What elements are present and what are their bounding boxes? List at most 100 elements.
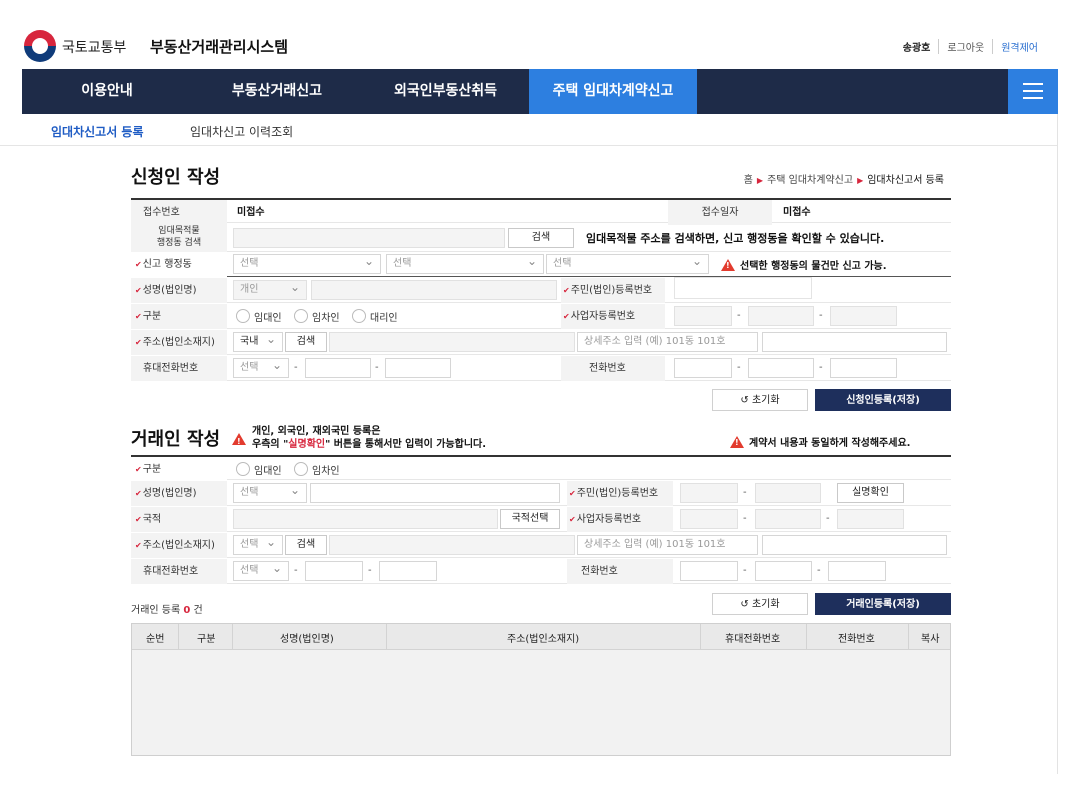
applicant-biz-input-1[interactable] <box>674 306 732 326</box>
trader-address-region-select[interactable]: 선택 <box>233 533 283 555</box>
applicant-address-detail-input[interactable]: 상세주소 입력 (예) 101동 101호 <box>577 332 758 352</box>
col-address[interactable]: 주소(법인소재지) <box>507 630 579 645</box>
refresh-icon: ↺ <box>740 395 752 406</box>
trader-type-row: 구분 임대인 임차인 <box>131 455 951 482</box>
trader-mobile-prefix-select[interactable]: 선택 <box>233 559 289 581</box>
admin-sigungu-select[interactable]: 선택 <box>386 252 544 274</box>
system-name[interactable]: 부동산거래관리시스템 <box>150 36 288 57</box>
trader-mobile-input-3[interactable] <box>379 561 437 581</box>
applicant-tel-input-3[interactable] <box>830 358 897 378</box>
trader-notice-red: 실명확인 <box>288 439 326 450</box>
applicant-save-button[interactable]: 신청인등록(저장) <box>815 389 951 411</box>
dash: - <box>743 565 747 576</box>
trader-biz-input-3[interactable] <box>837 509 904 529</box>
nav-realestate-report[interactable]: 부동산거래신고 <box>192 69 362 114</box>
radio-circle-icon <box>236 462 250 476</box>
radio-agent[interactable]: 대리인 <box>352 306 398 326</box>
subnav-lease-register[interactable]: 임대차신고서 등록 <box>51 123 144 140</box>
col-type[interactable]: 구분 <box>197 630 215 645</box>
real-name-verify-button[interactable]: 실명확인 <box>837 483 904 503</box>
trader-reset-button[interactable]: ↺ 초기화 <box>712 593 808 615</box>
ministry-name[interactable]: 국토교통부 <box>62 37 126 57</box>
col-tel[interactable]: 전화번호 <box>838 630 875 645</box>
contract-notice: 계약서 내용과 동일하게 작성해주세요. <box>730 434 910 449</box>
breadcrumb-home[interactable]: 홈 <box>744 175 753 186</box>
applicant-address-region-select[interactable]: 국내 <box>233 330 283 352</box>
trader-address-search-button[interactable]: 검색 <box>285 535 327 555</box>
trader-notice: 개인, 외국인, 재외국민 등록은 우측의 "실명확인" 버튼을 통해서만 입력… <box>232 425 486 451</box>
applicant-mobile-input-3[interactable] <box>385 358 451 378</box>
admin-sido-select[interactable]: 선택 <box>233 252 381 274</box>
dash: - <box>817 565 821 576</box>
nav-lease-report[interactable]: 주택 임대차계약신고 <box>529 69 697 114</box>
trader-address-input[interactable] <box>329 535 575 555</box>
nation-select-button[interactable]: 국적선택 <box>500 509 560 529</box>
applicant-tel-input-2[interactable] <box>748 358 814 378</box>
trader-rrn-input-2[interactable] <box>755 483 821 503</box>
radio-lessee[interactable]: 임차인 <box>294 306 340 326</box>
government-logo-icon[interactable] <box>24 30 56 62</box>
trader-rrn-input-1[interactable] <box>680 483 738 503</box>
applicant-reset-label: 초기화 <box>751 395 780 406</box>
radio-circle-icon <box>294 309 308 323</box>
receipt-date-value: 미접수 <box>783 207 811 218</box>
trader-tel-input-3[interactable] <box>828 561 886 581</box>
trader-nation-input[interactable] <box>233 509 498 529</box>
dash: - <box>743 513 747 524</box>
contract-notice-text: 계약서 내용과 동일하게 작성해주세요. <box>749 438 911 449</box>
trader-name-input[interactable] <box>310 483 560 503</box>
applicant-rrn-input[interactable] <box>674 277 812 299</box>
applicant-address-label: 주소(법인소재지) <box>131 330 227 355</box>
trader-radio-lessee[interactable]: 임차인 <box>294 459 340 479</box>
applicant-biz-input-3[interactable] <box>830 306 897 326</box>
breadcrumb-lease[interactable]: 주택 임대차계약신고 <box>767 175 853 186</box>
property-search-button[interactable]: 검색 <box>508 228 574 248</box>
subnav-lease-history[interactable]: 임대차신고 이력조회 <box>190 123 293 140</box>
trader-save-button[interactable]: 거래인등록(저장) <box>815 593 951 615</box>
radio-agent-label: 대리인 <box>370 312 398 324</box>
applicant-biz-input-2[interactable] <box>748 306 814 326</box>
hamburger-menu-icon[interactable] <box>1008 69 1058 114</box>
property-search-notice: 임대목적물 주소를 검색하면, 신고 행정동을 확인할 수 있습니다. <box>586 232 885 245</box>
col-seq[interactable]: 순번 <box>146 630 164 645</box>
trader-biz-input-1[interactable] <box>680 509 738 529</box>
applicant-address-extra-input[interactable] <box>762 332 947 352</box>
property-address-input[interactable] <box>233 228 505 248</box>
dash: - <box>294 362 298 373</box>
trader-address-detail-input[interactable]: 상세주소 입력 (예) 101동 101호 <box>577 535 758 555</box>
admin-dong-select[interactable]: 선택 <box>546 252 709 274</box>
trader-biz-input-2[interactable] <box>755 509 821 529</box>
col-name[interactable]: 성명(법인명) <box>280 630 334 645</box>
trader-name-type-select[interactable]: 선택 <box>233 481 307 503</box>
applicant-address-search-button[interactable]: 검색 <box>285 332 327 352</box>
grid-divider <box>908 624 909 650</box>
radio-lessor[interactable]: 임대인 <box>236 306 282 326</box>
utility-links: 송광호 로그아웃 원격제어 <box>895 39 1046 54</box>
applicant-reset-button[interactable]: ↺ 초기화 <box>712 389 808 411</box>
trader-tel-input-1[interactable] <box>680 561 738 581</box>
radio-lessor-label: 임대인 <box>254 312 282 324</box>
applicant-mobile-prefix-select[interactable]: 선택 <box>233 356 289 378</box>
trader-radio-lessor-label: 임대인 <box>254 465 282 477</box>
trader-name-row: 성명(법인명) 선택 주민(법인)등록번호 - 실명확인 <box>131 481 951 506</box>
trader-tel-input-2[interactable] <box>755 561 812 581</box>
dash: - <box>294 565 298 576</box>
logout-link[interactable]: 로그아웃 <box>938 39 992 54</box>
nav-guide[interactable]: 이용안내 <box>22 69 192 114</box>
applicant-mobile-input-2[interactable] <box>305 358 371 378</box>
trader-mobile-input-2[interactable] <box>305 561 363 581</box>
grid-divider <box>178 624 179 650</box>
col-mobile[interactable]: 휴대전화번호 <box>725 630 780 645</box>
remote-control-link[interactable]: 원격제어 <box>992 39 1046 54</box>
applicant-tel-input-1[interactable] <box>674 358 732 378</box>
applicant-name-type-select[interactable]: 개인 <box>233 278 307 300</box>
receipt-row: 접수번호 미접수 접수일자 미접수 <box>131 198 951 225</box>
trader-reset-label: 초기화 <box>751 599 780 610</box>
nav-foreigner-acquisition[interactable]: 외국인부동산취득 <box>362 69 529 114</box>
trader-radio-lessor[interactable]: 임대인 <box>236 459 282 479</box>
trader-address-extra-input[interactable] <box>762 535 947 555</box>
applicant-address-input[interactable] <box>329 332 575 352</box>
property-search-label: 임대목적물 행정동 검색 <box>131 224 227 252</box>
col-copy[interactable]: 복사 <box>921 630 939 645</box>
applicant-name-input[interactable] <box>311 280 557 300</box>
